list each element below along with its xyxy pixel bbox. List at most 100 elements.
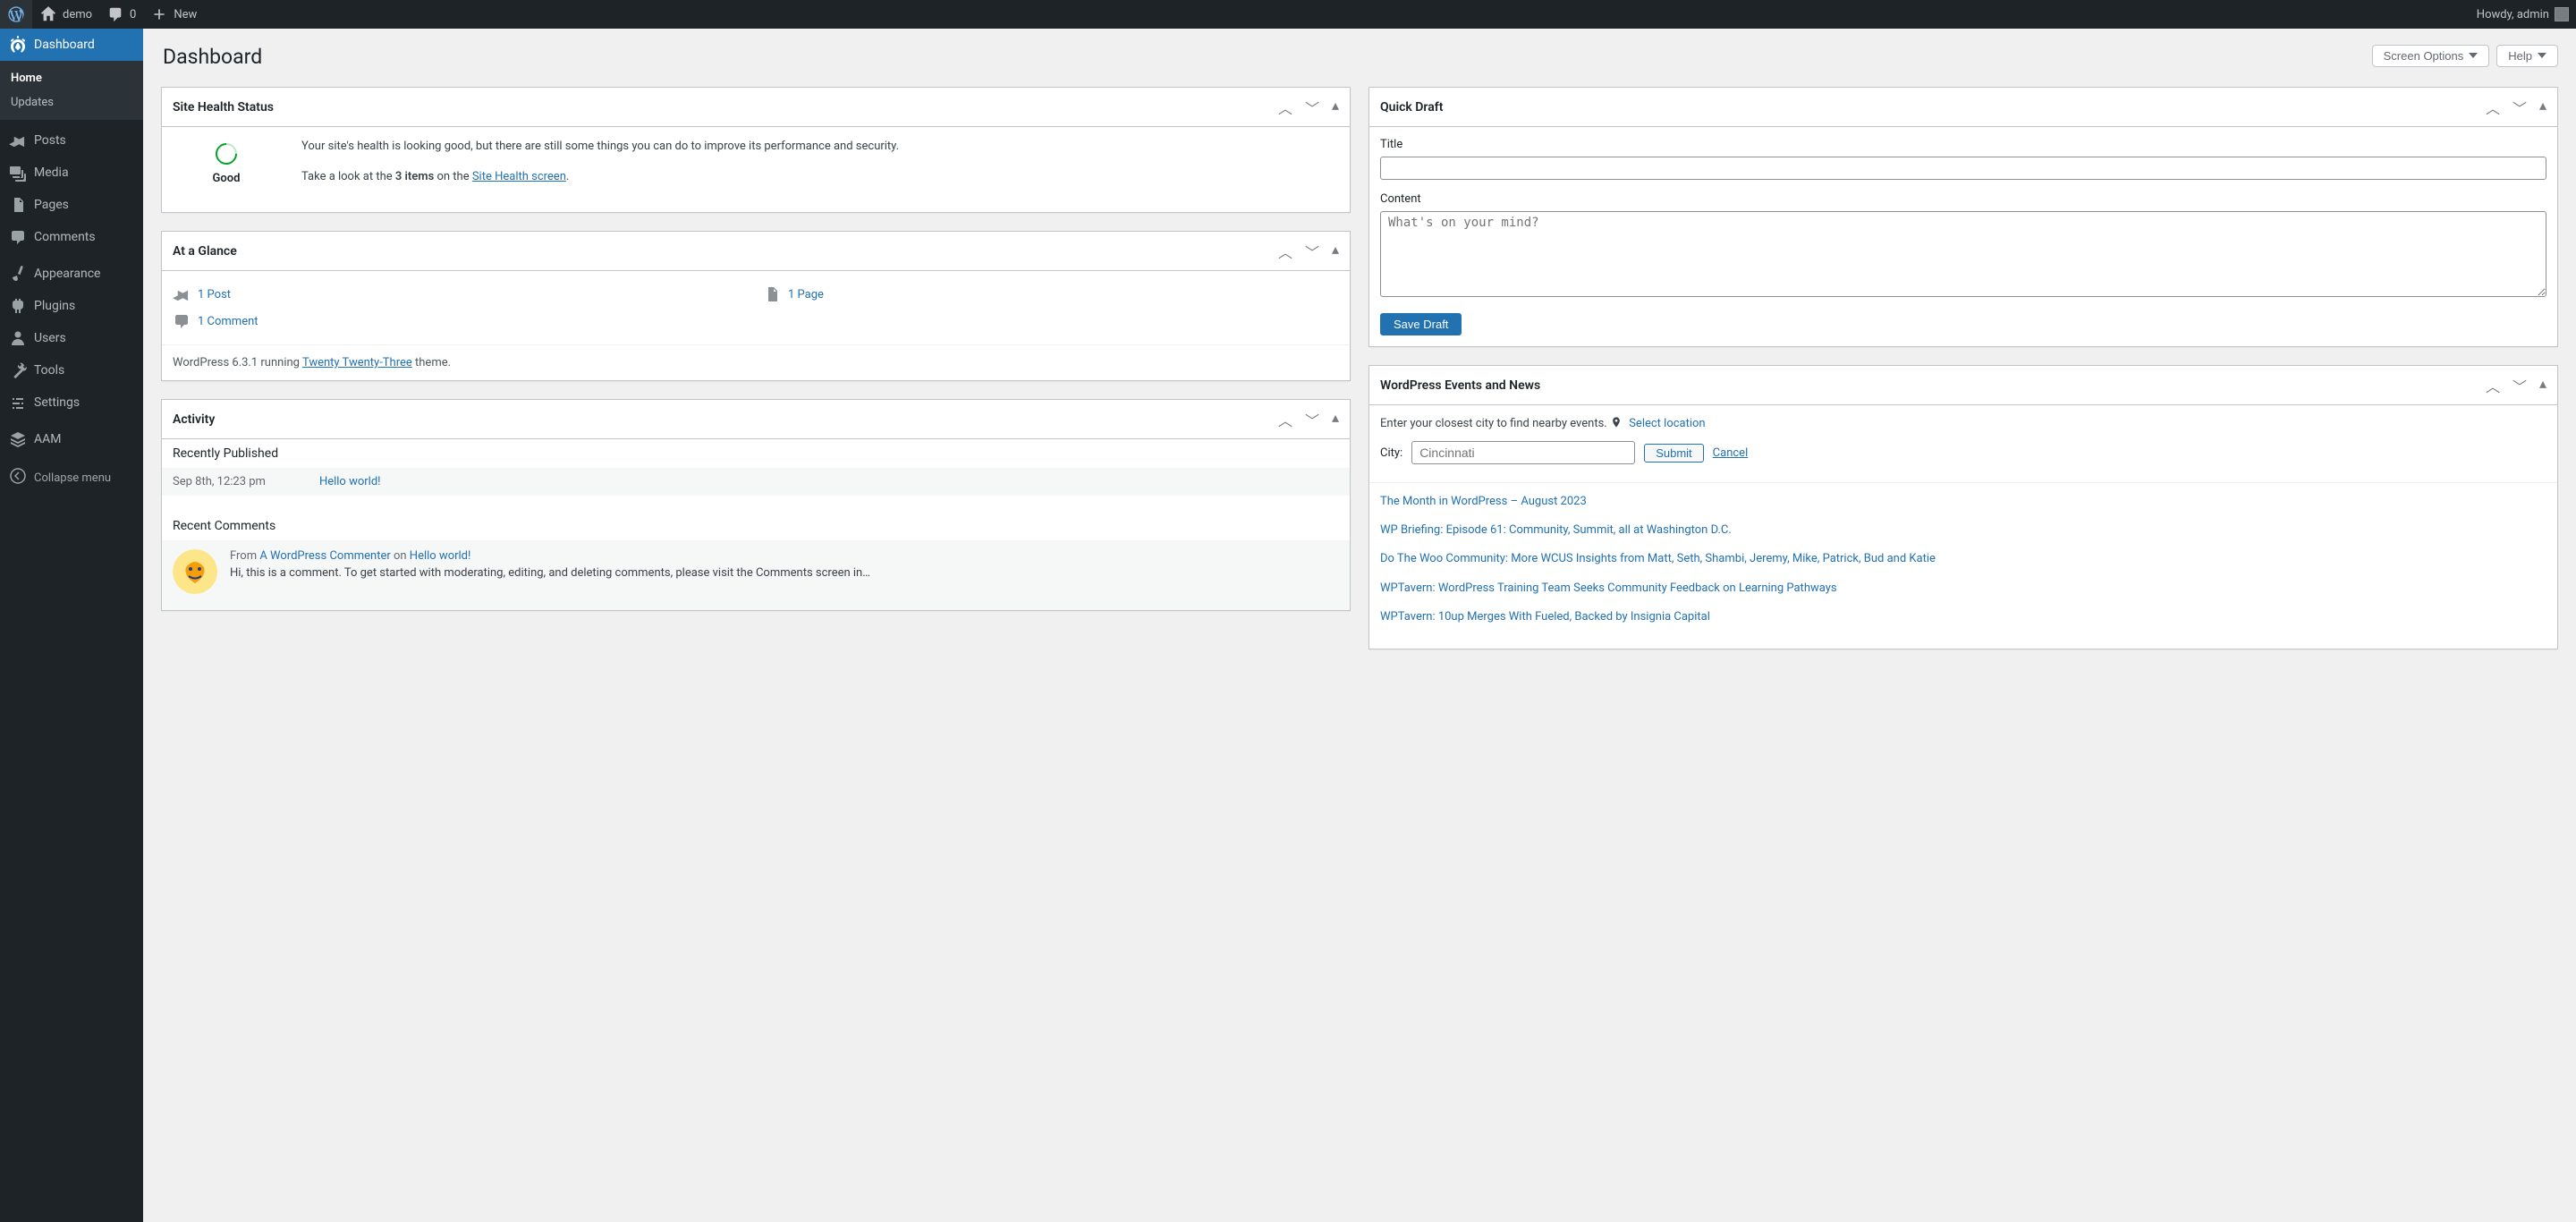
move-down-icon[interactable]: ﹀ <box>1305 409 1319 430</box>
site-name-menu[interactable]: demo <box>32 0 99 29</box>
comment-post-link[interactable]: Hello world! <box>410 549 471 563</box>
commenter-avatar <box>173 549 217 594</box>
comments-count: 0 <box>130 8 136 21</box>
news-item-link[interactable]: WPTavern: 10up Merges With Fueled, Backe… <box>1380 609 2546 625</box>
my-account-menu[interactable]: Howdy, admin <box>2470 0 2576 29</box>
plugin-icon <box>9 297 27 315</box>
toggle-icon[interactable]: ▴ <box>1332 241 1339 262</box>
sidebar-item-media[interactable]: Media <box>0 157 143 189</box>
move-up-icon[interactable]: ︿ <box>2486 375 2500 396</box>
sidebar-label: Posts <box>34 133 66 148</box>
sidebar-label: Comments <box>34 230 96 244</box>
sidebar-item-pages[interactable]: Pages <box>0 189 143 221</box>
sidebar-label: Tools <box>34 363 64 378</box>
admin-bar: demo 0 New Howdy, admin <box>0 0 2576 29</box>
submit-city-button[interactable]: Submit <box>1644 444 1703 462</box>
move-down-icon[interactable]: ﹀ <box>1305 97 1319 118</box>
draft-content-input[interactable] <box>1380 211 2546 297</box>
news-item-link[interactable]: Do The Woo Community: More WCUS Insights… <box>1380 551 2546 567</box>
toggle-icon[interactable]: ▴ <box>1332 409 1339 430</box>
health-status-circle-icon <box>211 139 242 169</box>
avatar <box>2555 7 2569 21</box>
collapse-icon <box>9 467 27 488</box>
new-content-menu[interactable]: New <box>143 0 204 29</box>
health-cta: Take a look at the 3 items on the Site H… <box>301 168 899 186</box>
widget-title: At a Glance <box>173 244 237 259</box>
chevron-down-icon <box>2538 53 2546 58</box>
move-down-icon[interactable]: ﹀ <box>1305 241 1319 262</box>
recent-comments-heading: Recent Comments <box>162 512 1350 540</box>
move-up-icon[interactable]: ︿ <box>1278 241 1292 262</box>
comment-author-link[interactable]: A WordPress Commenter <box>259 549 390 563</box>
submenu-home[interactable]: Home <box>0 66 143 90</box>
sidebar-item-settings[interactable]: Settings <box>0 386 143 419</box>
sidebar-item-dashboard[interactable]: Dashboard <box>0 29 143 61</box>
published-post-link[interactable]: Hello world! <box>319 475 381 488</box>
collapse-menu-button[interactable]: Collapse menu <box>0 460 143 496</box>
widget-title: Site Health Status <box>173 100 274 115</box>
user-icon <box>9 329 27 347</box>
news-item-link[interactable]: The Month in WordPress – August 2023 <box>1380 494 2546 510</box>
pin-icon <box>9 132 27 149</box>
news-item-link[interactable]: WPTavern: WordPress Training Team Seeks … <box>1380 581 2546 597</box>
howdy-text: Howdy, admin <box>2477 8 2549 21</box>
wp-logo-menu[interactable] <box>0 0 32 29</box>
site-health-link[interactable]: Site Health screen <box>472 170 566 183</box>
location-pin-icon <box>1610 416 1623 429</box>
sidebar-item-comments[interactable]: Comments <box>0 221 143 253</box>
toggle-icon[interactable]: ▴ <box>2539 97 2546 118</box>
wp-version-info: WordPress 6.3.1 running Twenty Twenty-Th… <box>162 344 1350 380</box>
sidebar-item-aam[interactable]: AAM <box>0 423 143 455</box>
sidebar-item-users[interactable]: Users <box>0 322 143 354</box>
select-location-link[interactable]: Select location <box>1629 417 1705 430</box>
chevron-down-icon <box>2469 53 2478 58</box>
comments-icon <box>9 228 27 246</box>
move-up-icon[interactable]: ︿ <box>2486 97 2500 118</box>
move-up-icon[interactable]: ︿ <box>1278 409 1292 430</box>
screen-options-button[interactable]: Screen Options <box>2372 45 2490 67</box>
news-item-link[interactable]: WP Briefing: Episode 61: Community, Summ… <box>1380 522 2546 539</box>
wrench-icon <box>9 361 27 379</box>
admin-sidebar: Dashboard Home Updates Posts Media Pages… <box>0 29 143 1222</box>
move-up-icon[interactable]: ︿ <box>1278 97 1292 118</box>
draft-title-input[interactable] <box>1380 157 2546 180</box>
posts-count-link[interactable]: 1 Post <box>198 288 231 301</box>
submenu-updates[interactable]: Updates <box>0 90 143 115</box>
widget-title: Activity <box>173 412 215 427</box>
theme-link[interactable]: Twenty Twenty-Three <box>302 356 412 369</box>
recently-published-heading: Recently Published <box>162 439 1350 468</box>
move-down-icon[interactable]: ﹀ <box>2512 375 2527 396</box>
sidebar-item-appearance[interactable]: Appearance <box>0 258 143 290</box>
comments-icon <box>173 312 191 330</box>
comment-row: From A WordPress Commenter on Hello worl… <box>162 540 1350 610</box>
sidebar-item-plugins[interactable]: Plugins <box>0 290 143 322</box>
toggle-icon[interactable]: ▴ <box>2539 375 2546 396</box>
cancel-city-link[interactable]: Cancel <box>1713 446 1749 460</box>
city-input[interactable] <box>1411 441 1635 464</box>
comment-bubble-icon <box>106 5 124 23</box>
move-down-icon[interactable]: ﹀ <box>2512 97 2527 118</box>
comments-count-link[interactable]: 1 Comment <box>198 315 258 328</box>
toggle-icon[interactable]: ▴ <box>1332 97 1339 118</box>
collapse-label: Collapse menu <box>34 471 111 485</box>
help-button[interactable]: Help <box>2496 45 2558 67</box>
sidebar-label: Pages <box>34 198 69 212</box>
sidebar-label: AAM <box>34 432 62 446</box>
brush-icon <box>9 265 27 283</box>
pin-icon <box>173 285 191 303</box>
sidebar-item-posts[interactable]: Posts <box>0 124 143 157</box>
title-label: Title <box>1380 138 2546 151</box>
events-help-text: Enter your closest city to find nearby e… <box>1380 416 2546 430</box>
comment-meta: From A WordPress Commenter on Hello worl… <box>230 549 870 563</box>
sidebar-label: Users <box>34 331 66 345</box>
site-health-widget: Site Health Status ︿ ﹀ ▴ Good <box>161 87 1351 213</box>
page-icon <box>763 285 781 303</box>
sidebar-item-tools[interactable]: Tools <box>0 354 143 386</box>
sidebar-label: Dashboard <box>34 38 95 52</box>
sidebar-label: Settings <box>34 395 80 410</box>
dashboard-icon <box>9 36 27 54</box>
save-draft-button[interactable]: Save Draft <box>1380 313 1462 335</box>
comments-menu[interactable]: 0 <box>99 0 143 29</box>
home-icon <box>39 5 57 23</box>
pages-count-link[interactable]: 1 Page <box>788 288 824 301</box>
